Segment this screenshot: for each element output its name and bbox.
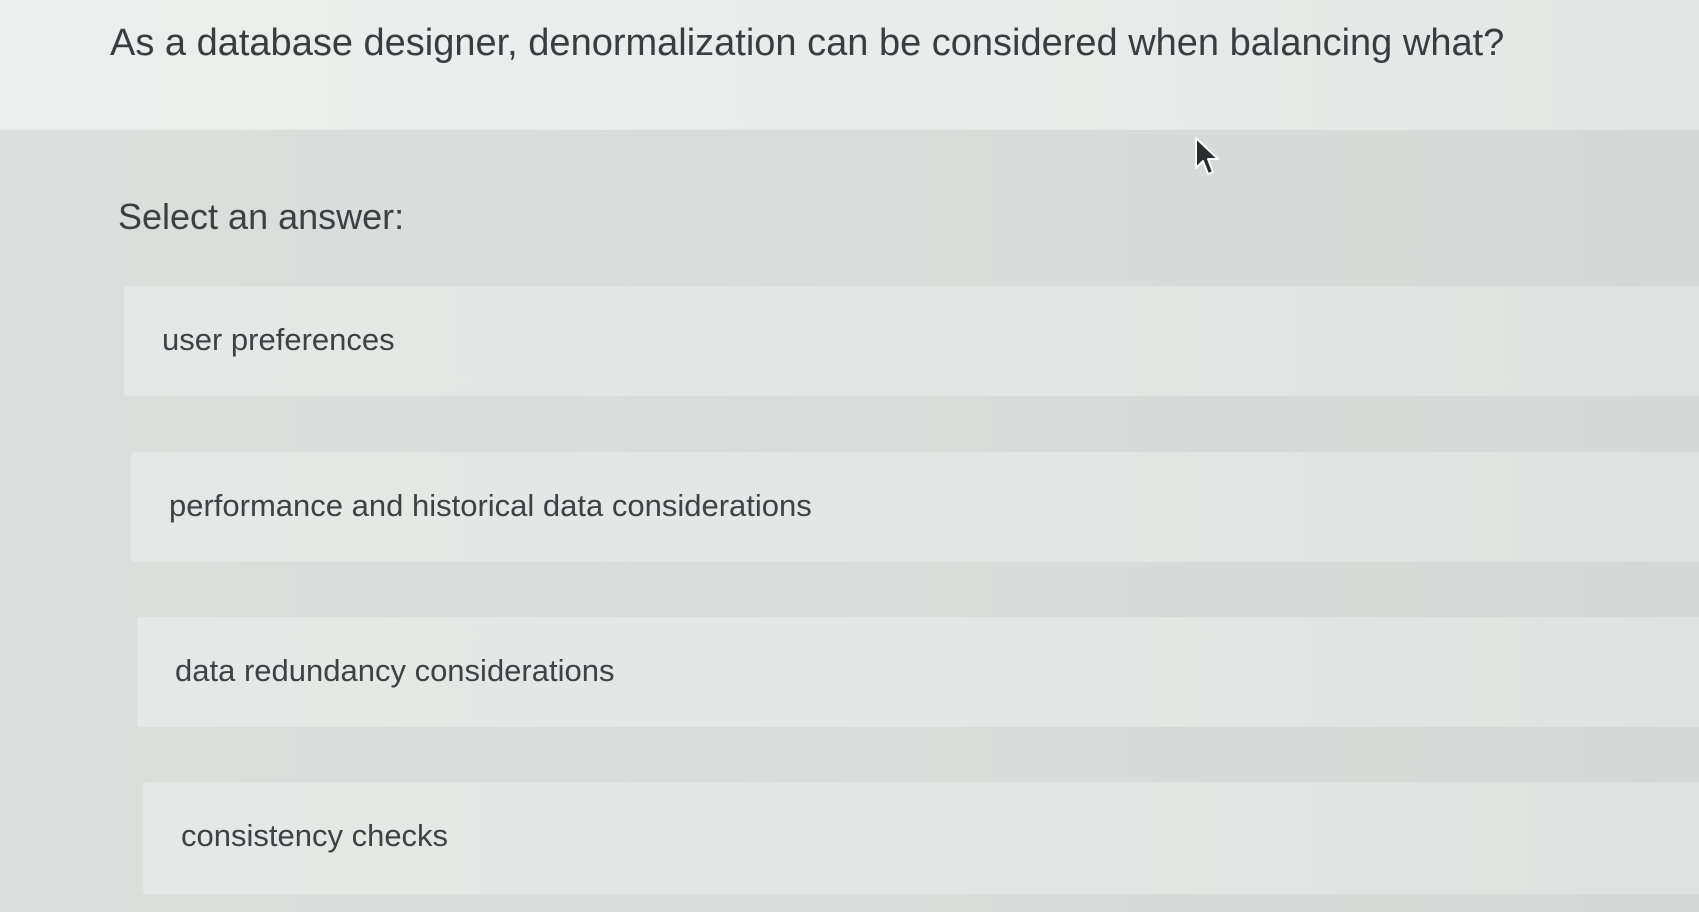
mouse-pointer-icon	[1195, 137, 1219, 175]
answer-option-label: performance and historical data consider…	[169, 488, 812, 523]
answer-option-label: user preferences	[162, 322, 395, 357]
answer-option-label: consistency checks	[181, 818, 449, 853]
answer-option-user-preferences[interactable]: user preferences	[124, 286, 1699, 396]
select-answer-label: Select an answer:	[118, 196, 405, 237]
answer-option-consistency-checks[interactable]: consistency checks	[143, 782, 1699, 894]
answer-option-label: data redundancy considerations	[175, 653, 615, 688]
answer-option-performance-historical[interactable]: performance and historical data consider…	[131, 452, 1699, 562]
answer-option-data-redundancy[interactable]: data redundancy considerations	[137, 617, 1699, 727]
question-text: As a database designer, denormalization …	[110, 22, 1505, 64]
question-header: As a database designer, denormalization …	[0, 0, 1699, 130]
